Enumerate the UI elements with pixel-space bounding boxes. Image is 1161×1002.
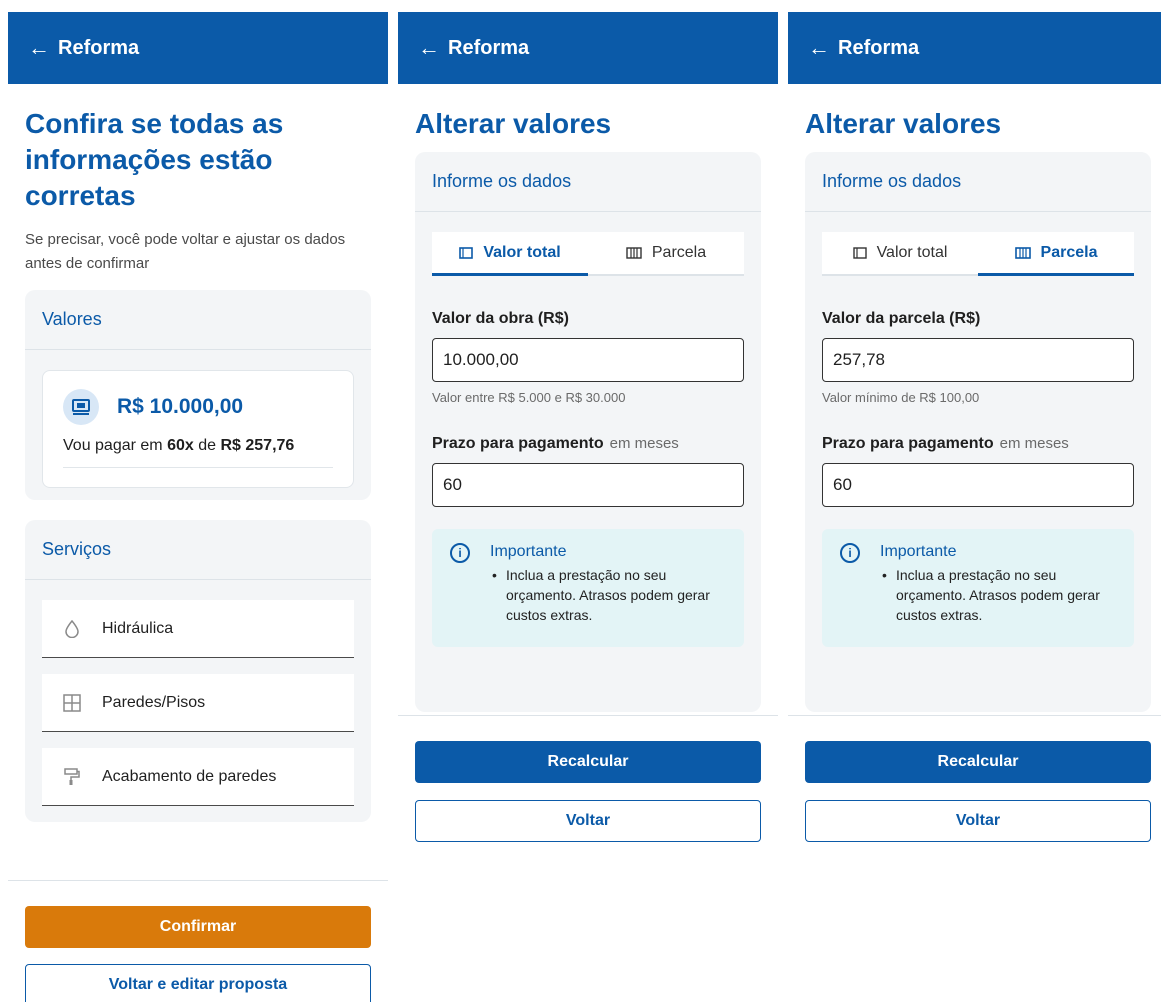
columns-icon [1014, 247, 1031, 259]
valor-obra-label: Valor da obra (R$) [432, 310, 569, 327]
prazo-hint: em meses [999, 435, 1069, 452]
back-button[interactable]: Voltar [805, 800, 1151, 842]
prazo-label-text: Prazo para pagamento [822, 435, 994, 452]
valor-parcela-input[interactable]: 257,78 [822, 338, 1134, 382]
installment-prefix: Vou pagar em [63, 437, 163, 454]
tab-valor-total[interactable]: Valor total [432, 232, 588, 276]
tab-label: Parcela [651, 244, 707, 261]
app-bar-title: Reforma [838, 36, 920, 59]
info-box: i Importante Inclua a prestação no seu o… [432, 529, 744, 647]
prazo-input[interactable]: 60 [822, 463, 1134, 507]
rectangle-icon [459, 247, 474, 259]
app-bar-title: Reforma [448, 36, 530, 59]
water-drop-icon [62, 619, 82, 639]
service-item-paredes-pisos[interactable]: Paredes/Pisos [42, 674, 354, 732]
tab-parcela[interactable]: Parcela [588, 232, 744, 274]
prazo-label: Prazo para pagamento em meses [415, 435, 761, 453]
grid-icon [62, 693, 82, 713]
review-screen: ← Reforma Confira se todas as informaçõe… [8, 12, 388, 1002]
valor-obra-helper: Valor entre R$ 5.000 e R$ 30.000 [432, 390, 626, 405]
app-bar-title: Reforma [58, 36, 140, 59]
divider [398, 715, 778, 716]
info-icon: i [840, 543, 860, 563]
page-title: Alterar valores [415, 108, 612, 139]
servicos-title: Serviços [25, 520, 371, 580]
valor-parcela-helper: Valor mínimo de R$ 100,00 [822, 390, 980, 405]
valores-panel: Valores R$ 10.000,00 Vou pagar em 60x de… [25, 290, 371, 500]
form-panel: Informe os dados Valor total Parcela Val… [415, 152, 761, 712]
paint-roller-icon [62, 767, 82, 787]
servicos-panel: Serviços Hidráulica Paredes/Pisos Acabam… [25, 520, 371, 822]
app-bar: ← Reforma [788, 12, 1161, 84]
tab-valor-total[interactable]: Valor total [822, 232, 978, 274]
rectangle-icon [852, 247, 867, 259]
tab-label: Parcela [1040, 244, 1098, 261]
service-label: Paredes/Pisos [102, 693, 206, 711]
installment-count: 60x [167, 437, 194, 454]
valor-obra-input[interactable]: 10.000,00 [432, 338, 744, 382]
confirm-button[interactable]: Confirmar [25, 906, 371, 948]
total-amount: R$ 10.000,00 [117, 395, 244, 418]
value-card: R$ 10.000,00 Vou pagar em 60x de R$ 257,… [42, 370, 354, 488]
info-text: Inclua a prestação no seu orçamento. Atr… [490, 565, 726, 625]
valores-title: Valores [25, 290, 371, 350]
prazo-label-text: Prazo para pagamento [432, 435, 604, 452]
arrow-left-icon[interactable]: ← [418, 35, 440, 61]
form-panel-title: Informe os dados [805, 152, 1151, 212]
arrow-left-icon[interactable]: ← [28, 35, 50, 61]
valor-parcela-label: Valor da parcela (R$) [822, 310, 981, 327]
prazo-hint: em meses [609, 435, 679, 452]
page-title: Alterar valores [805, 108, 1002, 139]
form-panel: Informe os dados Valor total Parcela Val… [805, 152, 1151, 712]
money-icon [63, 389, 99, 425]
info-icon: i [450, 543, 470, 563]
tab-label: Valor total [483, 244, 561, 261]
arrow-left-icon[interactable]: ← [808, 35, 830, 61]
page-title: Confira se todas as informações estão co… [25, 108, 284, 211]
mode-tabs: Valor total Parcela [432, 232, 744, 276]
tab-label: Valor total [876, 244, 948, 261]
mode-tabs: Valor total Parcela [822, 232, 1134, 276]
page-subtitle: Se precisar, você pode voltar e ajustar … [25, 231, 346, 272]
service-label: Hidráulica [102, 619, 174, 637]
service-item-hidraulica[interactable]: Hidráulica [42, 600, 354, 658]
columns-icon [626, 247, 642, 259]
back-button[interactable]: Voltar [415, 800, 761, 842]
app-bar: ← Reforma [398, 12, 778, 84]
info-box: i Importante Inclua a prestação no seu o… [822, 529, 1134, 647]
divider [788, 715, 1161, 716]
tab-parcela[interactable]: Parcela [978, 232, 1134, 276]
back-edit-button[interactable]: Voltar e editar proposta [25, 964, 371, 1002]
edit-values-screen-parcela: ← Reforma Alterar valores Informe os dad… [788, 12, 1161, 1002]
installment-summary: Vou pagar em 60x de R$ 257,76 [63, 437, 333, 468]
recalculate-button[interactable]: Recalcular [805, 741, 1151, 783]
divider [8, 880, 388, 881]
info-title: Importante [880, 543, 957, 560]
edit-values-screen-total: ← Reforma Alterar valores Informe os dad… [398, 12, 778, 1002]
form-panel-title: Informe os dados [415, 152, 761, 212]
service-label: Acabamento de paredes [102, 767, 277, 785]
installment-value: R$ 257,76 [220, 437, 295, 454]
info-text: Inclua a prestação no seu orçamento. Atr… [880, 565, 1116, 625]
installment-mid: de [198, 437, 217, 454]
recalculate-button[interactable]: Recalcular [415, 741, 761, 783]
info-title: Importante [490, 543, 567, 560]
prazo-label: Prazo para pagamento em meses [805, 435, 1151, 453]
app-bar: ← Reforma [8, 12, 388, 84]
service-item-acabamento[interactable]: Acabamento de paredes [42, 748, 354, 806]
prazo-input[interactable]: 60 [432, 463, 744, 507]
